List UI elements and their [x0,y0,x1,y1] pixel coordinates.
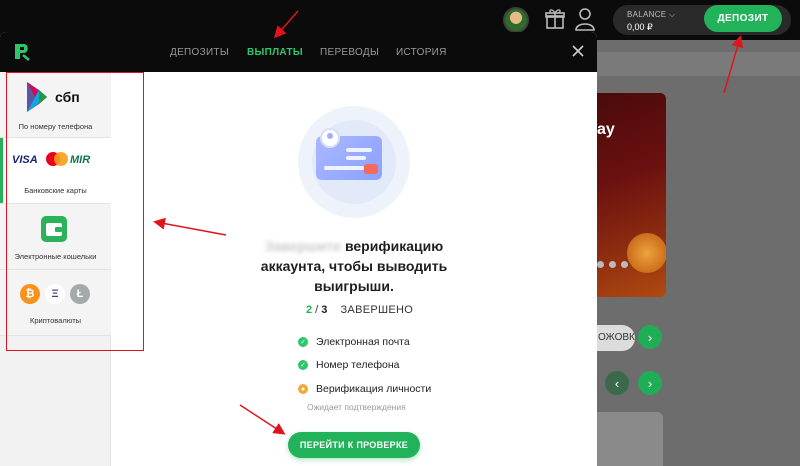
prev-arrow-button[interactable]: ‹ [605,371,629,395]
deposit-button[interactable]: ДЕПОЗИТ [704,5,782,32]
banner-coin-graphic [627,233,666,273]
pending-note: Ожидает подтверждения [307,402,406,412]
pagination-dot[interactable] [609,261,616,268]
site-nav-strip [597,52,800,76]
verification-illustration [298,106,410,218]
headline-blurred-word: Завершите [264,238,342,254]
modal-header: ДЕПОЗИТЫ ВЫПЛАТЫ ПЕРЕВОДЫ ИСТОРИЯ [0,32,597,72]
card-line [346,156,366,160]
brand-logo-icon [15,44,30,61]
card-line [346,148,372,152]
balance-value: 0,00 ₽ [627,22,653,32]
gift-icon[interactable] [544,8,566,30]
go-to-verification-button[interactable]: ПЕРЕЙТИ К ПРОВЕРКЕ [288,432,420,458]
banner-text: ay [597,121,615,138]
tab-history[interactable]: ИСТОРИЯ [396,47,447,58]
annotation-box [6,72,144,351]
pagination-dot[interactable] [597,261,604,268]
step-label: Электронная почта [316,336,410,348]
tab-payouts[interactable]: ВЫПЛАТЫ [247,47,303,58]
banner-pagination [597,261,628,268]
user-avatar-graphic [320,128,340,148]
card-line [324,166,364,170]
step-label: Верификация личности [316,383,432,395]
next-arrow-button-2[interactable]: › [638,371,662,395]
tab-deposits[interactable]: ДЕПОЗИТЫ [170,47,229,58]
avatar[interactable] [503,7,529,33]
clock-icon: ● [298,384,308,394]
step-identity: ● Верификация личности [298,383,431,395]
step-label: Номер телефона [316,359,400,371]
site-card [597,412,663,466]
check-badge-graphic [364,164,378,174]
progress-total: 3 [321,304,328,316]
step-phone: ✓ Номер телефона [298,359,400,371]
site-search-input[interactable]: ОЖОВК [597,325,635,351]
step-email: ✓ Электронная почта [298,336,410,348]
check-icon: ✓ [298,337,308,347]
balance-label: BALANCE ⌵ [627,10,676,19]
check-icon: ✓ [298,360,308,370]
tab-transfers[interactable]: ПЕРЕВОДЫ [320,47,379,58]
user-icon[interactable] [574,7,596,31]
pagination-dot[interactable] [621,261,628,268]
verification-progress: 2 / 3 ЗАВЕРШЕНО [306,304,413,316]
close-icon[interactable] [571,44,585,58]
next-arrow-button[interactable]: › [638,325,662,349]
chevron-down-icon: ⌵ [668,10,676,19]
progress-status: ЗАВЕРШЕНО [340,304,414,316]
verification-headline: Завершите верификацию аккаунта, чтобы вы… [240,236,468,296]
progress-separator: / [312,304,322,316]
